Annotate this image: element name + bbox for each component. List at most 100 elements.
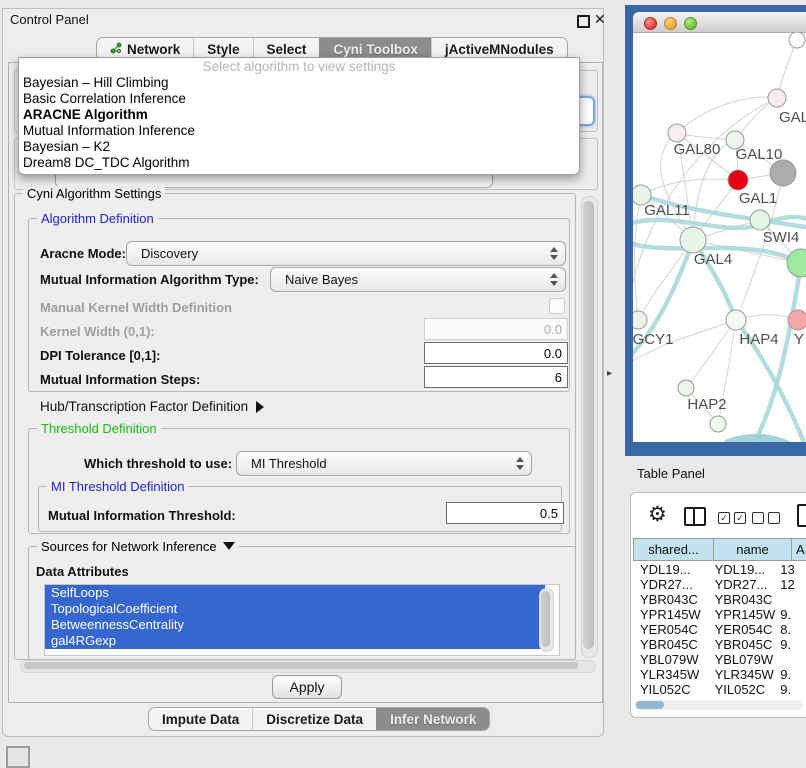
manual-kernel-width-checkbox[interactable] bbox=[549, 298, 565, 314]
network-canvas[interactable]: GALGAL80GAL10GAL1GAL11SWI4GAL4GCY1HAP4YH… bbox=[633, 32, 806, 442]
hub-definition-toggle[interactable]: Hub/Transcription Factor Definition bbox=[40, 399, 264, 414]
attributes-scrollbar[interactable] bbox=[539, 588, 554, 652]
network-window-titlebar[interactable] bbox=[633, 12, 806, 33]
column-header-shared[interactable]: shared... bbox=[633, 538, 714, 561]
table-row[interactable]: YER054CYER054C8. bbox=[633, 622, 806, 637]
mi-algorithm-type-combobox[interactable]: Naive Bayes bbox=[270, 267, 566, 292]
mouse-cursor: ▸ bbox=[607, 368, 612, 379]
network-node-label: GAL10 bbox=[736, 146, 783, 163]
network-node-gal[interactable] bbox=[768, 89, 786, 107]
table-cell: YIL052C bbox=[709, 682, 777, 697]
attribute-item-selfloops[interactable]: SelfLoops bbox=[45, 585, 545, 601]
sources-legend-label: Sources for Network Inference bbox=[41, 539, 217, 554]
updown-arrows-icon bbox=[550, 247, 557, 260]
bottom-tab-infer-network[interactable]: Infer Network bbox=[376, 708, 489, 730]
network-node[interactable] bbox=[787, 249, 806, 277]
minimize-traffic-light[interactable] bbox=[664, 17, 677, 30]
network-node-label: HAP2 bbox=[687, 396, 726, 413]
sources-legend[interactable]: Sources for Network Inference bbox=[37, 539, 239, 554]
dpi-tolerance-field[interactable] bbox=[424, 342, 568, 364]
table-horizontal-scrollbar-thumb[interactable] bbox=[636, 701, 664, 709]
mi-threshold-label: Mutual Information Threshold: bbox=[48, 508, 236, 523]
zoom-traffic-light[interactable] bbox=[684, 17, 697, 30]
data-attributes-list[interactable]: SelfLoopsTopologicalCoefficientBetweenne… bbox=[44, 584, 560, 656]
updown-arrows-icon bbox=[550, 273, 557, 286]
close-traffic-light[interactable] bbox=[644, 17, 657, 30]
network-node-label: GCY1 bbox=[633, 331, 673, 348]
which-threshold-value: MI Threshold bbox=[251, 456, 327, 471]
column-header-name[interactable]: name bbox=[714, 538, 792, 561]
attribute-item-gal4rgexp[interactable]: gal4RGexp bbox=[45, 633, 545, 649]
mi-steps-field[interactable] bbox=[424, 366, 568, 388]
network-node-gal4[interactable] bbox=[680, 227, 706, 253]
attributes-scrollbar-thumb[interactable] bbox=[541, 591, 550, 647]
network-node-label: GAL bbox=[779, 109, 806, 126]
network-node-label: GAL11 bbox=[644, 202, 690, 219]
kernel-width-field[interactable] bbox=[424, 318, 568, 340]
network-node[interactable] bbox=[710, 416, 726, 432]
algorithm-options-list: Bayesian – Hill ClimbingBasic Correlatio… bbox=[19, 75, 579, 171]
column-header-a[interactable]: A bbox=[792, 538, 806, 561]
network-node-swi4[interactable] bbox=[750, 210, 770, 230]
algorithm-option-dream8-dc-tdc-algorithm[interactable]: Dream8 DC_TDC Algorithm bbox=[19, 155, 579, 171]
network-node-hap4[interactable] bbox=[726, 310, 746, 330]
network-node-hap2[interactable] bbox=[678, 380, 694, 396]
network-node-gal80[interactable] bbox=[668, 124, 686, 142]
algorithm-option-bayesian-hill-climbing[interactable]: Bayesian – Hill Climbing bbox=[19, 75, 579, 91]
network-node-gcy1[interactable] bbox=[633, 311, 647, 329]
table-cell: 9. bbox=[776, 637, 806, 652]
mi-algorithm-type-value: Naive Bayes bbox=[285, 272, 358, 287]
table-settings-gear-icon[interactable]: ⚙ bbox=[648, 503, 667, 527]
tab-label: Cyni Toolbox bbox=[333, 42, 418, 57]
table-cell: YBR045C bbox=[633, 637, 709, 652]
table-row[interactable]: YLR345WYLR345W9. bbox=[633, 667, 806, 682]
attribute-item-topologicalcoefficient[interactable]: TopologicalCoefficient bbox=[45, 601, 545, 617]
corner-widget[interactable] bbox=[6, 746, 30, 768]
manual-kernel-width-label: Manual Kernel Width Definition bbox=[40, 300, 232, 315]
network-node[interactable] bbox=[789, 32, 805, 48]
deselect-all-checkboxes-icon[interactable] bbox=[752, 512, 780, 524]
mi-threshold-field[interactable] bbox=[446, 502, 564, 524]
network-node[interactable] bbox=[770, 160, 796, 186]
apply-button[interactable]: Apply bbox=[272, 675, 342, 699]
network-node-label: HAP4 bbox=[739, 331, 778, 348]
table-cell: 9. bbox=[776, 607, 806, 622]
algorithm-option-bayesian-k2[interactable]: Bayesian – K2 bbox=[19, 139, 579, 155]
network-node-label: GAL1 bbox=[739, 190, 777, 207]
table-row[interactable]: YPR145WYPR145W9. bbox=[633, 607, 806, 622]
aracne-mode-value: Discovery bbox=[141, 246, 198, 261]
aracne-mode-combobox[interactable]: Discovery bbox=[126, 241, 566, 266]
network-node-y[interactable] bbox=[788, 310, 806, 330]
table-row[interactable]: YIL052CYIL052C9. bbox=[633, 682, 806, 697]
settings-vertical-scrollbar-thumb[interactable] bbox=[583, 201, 594, 649]
hub-definition-label: Hub/Transcription Factor Definition bbox=[40, 399, 248, 414]
algorithm-option-mutual-information-inference[interactable]: Mutual Information Inference bbox=[19, 123, 579, 139]
which-threshold-combobox[interactable]: MI Threshold bbox=[236, 451, 532, 476]
table-row[interactable]: YDR27...YDR27...12 bbox=[633, 577, 806, 592]
bottom-tab-impute-data[interactable]: Impute Data bbox=[149, 708, 252, 730]
tab-label: Discretize Data bbox=[266, 712, 363, 727]
column-layout-icon[interactable] bbox=[684, 507, 706, 526]
attribute-item-betweennesscentrality[interactable]: BetweennessCentrality bbox=[45, 617, 545, 633]
network-edge bbox=[728, 438, 806, 442]
algorithm-option-basic-correlation-inference[interactable]: Basic Correlation Inference bbox=[19, 91, 579, 107]
new-table-icon[interactable] bbox=[797, 504, 806, 527]
algorithm-option-aracne-algorithm[interactable]: ARACNE Algorithm bbox=[19, 107, 579, 123]
data-attributes-label: Data Attributes bbox=[36, 564, 129, 579]
settings-horizontal-scrollbar-thumb[interactable] bbox=[24, 662, 578, 669]
table-row[interactable]: YBR043CYBR043C bbox=[633, 592, 806, 607]
network-node-label: GAL80 bbox=[674, 141, 721, 158]
table-cell: YBL079W bbox=[709, 652, 777, 667]
float-window-button[interactable] bbox=[577, 15, 590, 28]
algorithm-dropdown-popup: Select algorithm to view settings Bayesi… bbox=[18, 57, 580, 175]
bottom-tab-discretize-data[interactable]: Discretize Data bbox=[252, 708, 376, 730]
table-row[interactable]: YDL19...YDL19...13 bbox=[633, 562, 806, 577]
table-row[interactable]: YBL079WYBL079W bbox=[633, 652, 806, 667]
network-node-gal1[interactable] bbox=[728, 170, 748, 190]
settings-horizontal-scrollbar[interactable] bbox=[20, 660, 596, 673]
table-cell: YER054C bbox=[709, 622, 777, 637]
close-panel-button[interactable]: ✕ bbox=[594, 11, 606, 28]
select-all-checkboxes-icon[interactable]: ✓✓ bbox=[718, 512, 746, 524]
settings-vertical-scrollbar[interactable] bbox=[581, 196, 598, 658]
table-row[interactable]: YBR045CYBR045C9. bbox=[633, 637, 806, 652]
